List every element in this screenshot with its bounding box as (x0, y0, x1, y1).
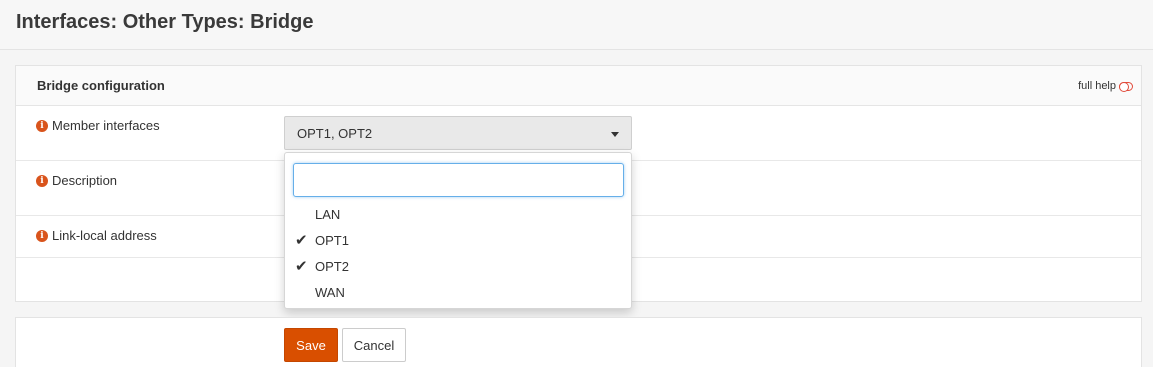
member-interfaces-dropdown: LAN ✔ OPT1 ✔ OPT2 WAN (284, 152, 632, 309)
option-label: LAN (315, 207, 341, 222)
dropdown-option-opt1[interactable]: ✔ OPT1 (285, 228, 631, 254)
caret-down-icon (611, 132, 619, 137)
full-help-label: full help (1078, 80, 1116, 92)
panel-title: Bridge configuration (37, 78, 165, 93)
dropdown-search-input[interactable] (293, 163, 624, 197)
info-icon[interactable]: i (36, 229, 48, 242)
dropdown-option-lan[interactable]: LAN (285, 202, 631, 228)
page-title: Interfaces: Other Types: Bridge (16, 11, 314, 33)
link-local-text: Link-local address (52, 228, 157, 243)
member-interfaces-select[interactable]: OPT1, OPT2 (284, 116, 632, 150)
info-icon[interactable]: i (36, 174, 48, 187)
panel-header: Bridge configuration full help (16, 66, 1141, 106)
description-text: Description (52, 173, 118, 188)
description-label: i Description (36, 173, 117, 188)
save-button[interactable]: Save (284, 328, 338, 362)
member-interfaces-text: Member interfaces (52, 118, 160, 133)
cancel-button[interactable]: Cancel (342, 328, 406, 362)
checkmark-icon: ✔ (295, 258, 308, 275)
member-interfaces-value: OPT1, OPT2 (297, 126, 373, 141)
info-icon[interactable]: i (36, 119, 48, 132)
actions-panel (15, 317, 1142, 367)
toggle-icon (1119, 81, 1133, 92)
option-label: OPT1 (315, 233, 349, 248)
link-local-label: i Link-local address (36, 228, 157, 243)
dropdown-option-opt2[interactable]: ✔ OPT2 (285, 254, 631, 280)
option-label: OPT2 (315, 259, 349, 274)
checkmark-icon: ✔ (295, 232, 308, 249)
dropdown-option-wan[interactable]: WAN (285, 280, 631, 306)
full-help-toggle[interactable]: full help (1078, 80, 1133, 92)
option-label: WAN (315, 285, 345, 300)
page-header: Interfaces: Other Types: Bridge (0, 0, 1153, 50)
member-interfaces-label: i Member interfaces (36, 118, 160, 133)
